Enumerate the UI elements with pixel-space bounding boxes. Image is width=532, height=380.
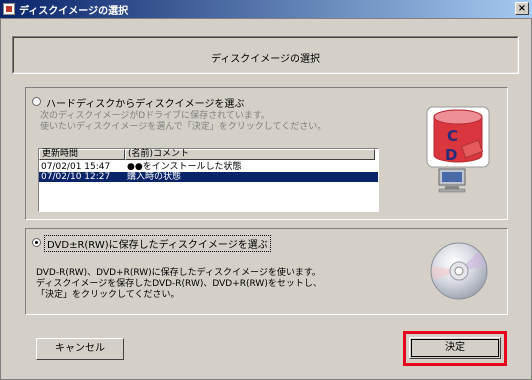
dvd-disc-icon (430, 242, 488, 300)
svg-text:D: D (445, 146, 457, 164)
app-icon (3, 3, 15, 15)
svg-text:C: C (447, 127, 458, 145)
hdd-option-radio[interactable] (32, 97, 41, 106)
header-title: ディスクイメージの選択 (210, 54, 321, 65)
cancel-button[interactable]: キャンセル (36, 338, 124, 360)
cd-database-computer-icon: C D (426, 106, 490, 193)
window-title: ディスクイメージの選択 (19, 6, 129, 17)
dvd-desc-line2: ディスクイメージを保存したDVD-R(RW)、DVD+R(RW)をセットし、 (36, 279, 322, 289)
row-comment: 購入時の状態 (127, 172, 182, 182)
annotation-highlight (403, 331, 507, 366)
hdd-option-label[interactable]: ハードディスクからディスクイメージを選ぶ (46, 95, 244, 110)
disk-image-list[interactable]: 更新時間 (名前)コメント 07/02/01 15:47 ●●をインストールした… (38, 148, 379, 212)
header-panel: ディスクイメージの選択 (12, 36, 519, 74)
title-bar: ディスクイメージの選択 × (0, 0, 532, 18)
dvd-option-label[interactable]: DVD±R(RW)に保存したディスクイメージを選ぶ (44, 235, 271, 252)
row-time: 07/02/10 12:27 (41, 172, 111, 182)
list-row[interactable]: 07/02/01 15:47 ●●をインストールした状態 (39, 162, 378, 172)
close-button[interactable]: × (515, 2, 529, 15)
row-comment: ●●をインストールした状態 (127, 162, 242, 172)
dvd-desc-line1: DVD-R(RW)、DVD+R(RW)に保存したディスクイメージを使います。 (36, 268, 321, 278)
row-time: 07/02/01 15:47 (41, 162, 111, 172)
hdd-desc-line1: 次のディスクイメージがDドライブに保存されています。 (40, 111, 270, 121)
dvd-option-radio[interactable] (32, 238, 41, 247)
hdd-desc-line2: 使いたいディスクイメージを選んで「決定」をクリックしてください。 (40, 122, 327, 132)
dvd-desc-line3: 「決定」をクリックしてください。 (36, 290, 180, 300)
column-header-time[interactable]: 更新時間 (39, 149, 125, 160)
list-row-selected[interactable]: 07/02/10 12:27 購入時の状態 (39, 172, 378, 182)
column-header-comment[interactable]: (名前)コメント (125, 149, 375, 160)
